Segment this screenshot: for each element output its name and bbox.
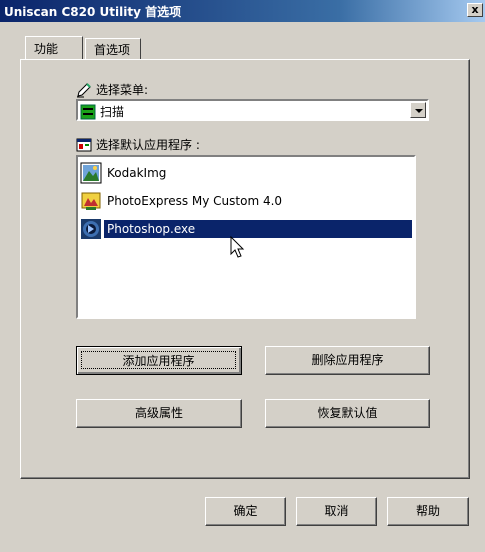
help-button[interactable]: 帮助 <box>387 497 469 526</box>
photoshop-icon <box>81 219 101 239</box>
tab-preferences-label: 首选项 <box>94 43 131 57</box>
app-list[interactable]: KodakImg PhotoExpress My Custom 4.0 Phot… <box>76 155 416 319</box>
menu-select-label-row: 选择菜单: <box>76 81 148 98</box>
ok-button[interactable]: 确定 <box>205 497 286 526</box>
list-item-label: Photoshop.exe <box>104 220 412 238</box>
menu-select-dropdown[interactable]: 扫描 <box>76 99 429 121</box>
add-app-button[interactable]: 添加应用程序 <box>76 346 242 375</box>
list-item-label: PhotoExpress My Custom 4.0 <box>107 194 283 208</box>
help-label: 帮助 <box>415 504 440 518</box>
chevron-down-icon[interactable] <box>410 102 426 118</box>
close-icon: x <box>471 3 479 16</box>
add-app-label: 添加应用程序 <box>81 351 236 369</box>
remove-app-label: 删除应用程序 <box>311 353 384 367</box>
photoexpress-icon <box>81 192 101 210</box>
list-item-photoexpress[interactable]: PhotoExpress My Custom 4.0 <box>80 188 412 214</box>
advanced-properties-label: 高级属性 <box>134 406 183 420</box>
scan-icon <box>80 104 96 119</box>
tab-preferences[interactable]: 首选项 <box>85 38 141 59</box>
remove-app-button[interactable]: 删除应用程序 <box>265 346 430 375</box>
restore-defaults-button[interactable]: 恢复默认值 <box>265 399 430 428</box>
tab-function[interactable]: 功能 <box>25 36 83 59</box>
pen-icon <box>77 82 91 97</box>
menu-select-value: 扫描 <box>80 103 124 120</box>
mouse-cursor-icon <box>230 236 245 258</box>
title-bar[interactable]: Uniscan C820 Utility 首选项 x <box>0 0 485 22</box>
window-app-icon <box>76 138 92 151</box>
advanced-properties-button[interactable]: 高级属性 <box>76 399 242 428</box>
menu-select-label: 选择菜单: <box>96 83 149 97</box>
app-select-label-row: 选择默认应用程序 : <box>76 136 200 153</box>
tab-function-label: 功能 <box>34 42 59 56</box>
cancel-button[interactable]: 取消 <box>296 497 377 526</box>
list-item-kodakimg[interactable]: KodakImg <box>80 160 412 186</box>
menu-select-text: 扫描 <box>100 105 125 119</box>
cancel-label: 取消 <box>324 504 349 518</box>
app-select-label: 选择默认应用程序 : <box>96 138 200 152</box>
list-item-label: KodakImg <box>107 166 167 180</box>
restore-defaults-label: 恢复默认值 <box>317 406 378 420</box>
preferences-dialog: Uniscan C820 Utility 首选项 x 功能 首选项 选择菜单: … <box>0 0 485 552</box>
list-item-photoshop[interactable]: Photoshop.exe <box>80 216 412 242</box>
window-title: Uniscan C820 Utility 首选项 <box>4 5 182 19</box>
close-button[interactable]: x <box>467 3 483 17</box>
ok-label: 确定 <box>233 504 258 518</box>
kodak-img-icon <box>80 162 102 184</box>
